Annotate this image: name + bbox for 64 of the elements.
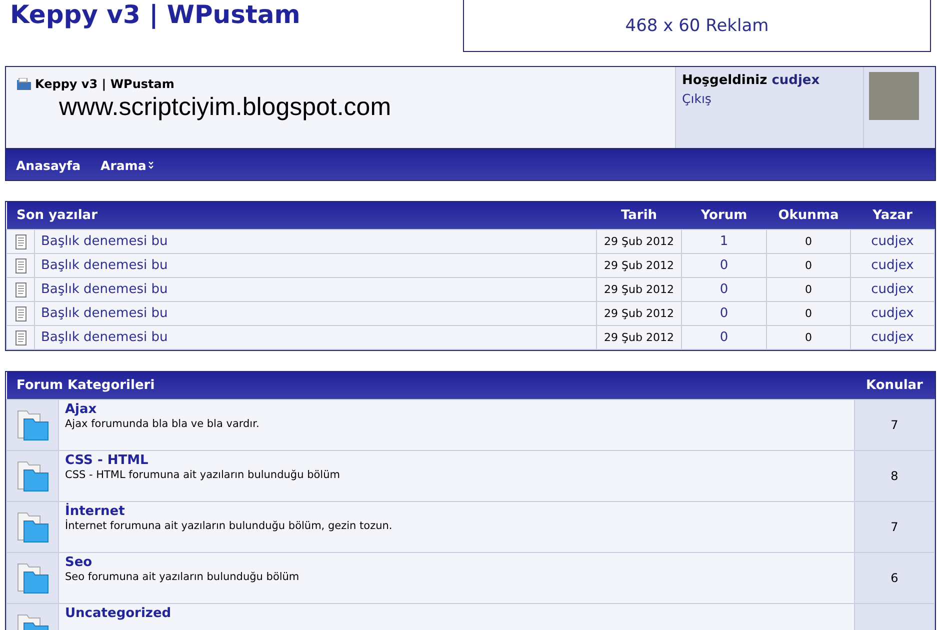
author-link[interactable]: cudjex <box>850 302 934 326</box>
date-cell: 29 Şub 2012 <box>596 254 682 278</box>
date-cell: 29 Şub 2012 <box>596 278 682 302</box>
category-link[interactable]: Seo <box>65 555 848 570</box>
topic-count: 7 <box>890 520 898 534</box>
site-title[interactable]: Keppy v3 | WPustam <box>10 0 300 30</box>
logout-link[interactable]: Çıkış <box>682 91 857 106</box>
document-icon <box>14 234 28 250</box>
comment-count[interactable]: 0 <box>682 302 766 326</box>
folder-icon <box>16 460 50 492</box>
column-header: Yorum <box>682 202 766 230</box>
welcome-text: Hoşgeldiniz <box>682 73 768 88</box>
document-icon <box>14 258 28 274</box>
document-icon <box>14 330 28 346</box>
category-description: Seo forumuna ait yazıların bulunduğu bölüm <box>65 571 300 583</box>
category-description: İnternet forumuna ait yazıların bulunduğu bölüm, gezin tozun. <box>65 520 394 532</box>
comment-count[interactable]: 0 <box>682 254 766 278</box>
post-title-link[interactable]: Başlık denemesi bu <box>34 230 596 254</box>
document-icon <box>14 306 28 322</box>
category-link[interactable]: CSS - HTML <box>65 453 848 468</box>
column-header: Tarih <box>596 202 682 230</box>
date-cell: 29 Şub 2012 <box>596 326 682 350</box>
comment-count[interactable]: 0 <box>682 326 766 350</box>
author-link[interactable]: cudjex <box>850 230 934 254</box>
post-title-link[interactable]: Başlık denemesi bu <box>34 278 596 302</box>
category-link[interactable]: İnternet <box>65 504 848 519</box>
author-link[interactable]: cudjex <box>850 278 934 302</box>
section-header: Forum Kategorileri <box>6 372 854 400</box>
category-description: Ajax forumunda bla bla ve bla vardır. <box>65 418 260 430</box>
tagline: www.scriptciyim.blogspot.com <box>59 93 392 122</box>
post-title-link[interactable]: Başlık denemesi bu <box>34 326 596 350</box>
post-title-link[interactable]: Başlık denemesi bu <box>34 254 596 278</box>
topic-count: 6 <box>890 571 898 585</box>
avatar-photo <box>869 72 919 120</box>
username-link[interactable]: cudjex <box>772 73 820 88</box>
topic-count: 7 <box>890 418 898 432</box>
view-count: 0 <box>766 302 850 326</box>
view-count: 0 <box>766 254 850 278</box>
category-link[interactable]: Ajax <box>65 402 848 417</box>
date-cell: 29 Şub 2012 <box>596 230 682 254</box>
folder-icon <box>16 78 32 90</box>
column-header: Konular <box>854 372 934 400</box>
comment-count[interactable]: 0 <box>682 278 766 302</box>
topic-count: 8 <box>890 469 898 483</box>
author-link[interactable]: cudjex <box>850 254 934 278</box>
folder-icon <box>16 511 50 543</box>
section-header: Son yazılar <box>6 202 596 230</box>
nav-link[interactable]: Arama <box>100 158 154 172</box>
nav-link[interactable]: Anasayfa <box>16 158 81 172</box>
view-count: 0 <box>766 278 850 302</box>
breadcrumb[interactable]: Keppy v3 | WPustam <box>35 77 174 91</box>
category-description: CSS - HTML forumuna ait yazıların bulunduğu bölüm <box>65 469 341 481</box>
column-header: Yazar <box>850 202 934 230</box>
comment-count[interactable]: 1 <box>682 230 766 254</box>
date-cell: 29 Şub 2012 <box>596 302 682 326</box>
post-title-link[interactable]: Başlık denemesi bu <box>34 302 596 326</box>
column-header: Okunma <box>766 202 850 230</box>
ad-banner: 468 x 60 Reklam <box>463 0 931 52</box>
author-link[interactable]: cudjex <box>850 326 934 350</box>
view-count: 0 <box>766 230 850 254</box>
folder-icon <box>16 409 50 441</box>
document-icon <box>14 282 28 298</box>
view-count: 0 <box>766 326 850 350</box>
folder-icon <box>16 562 50 594</box>
